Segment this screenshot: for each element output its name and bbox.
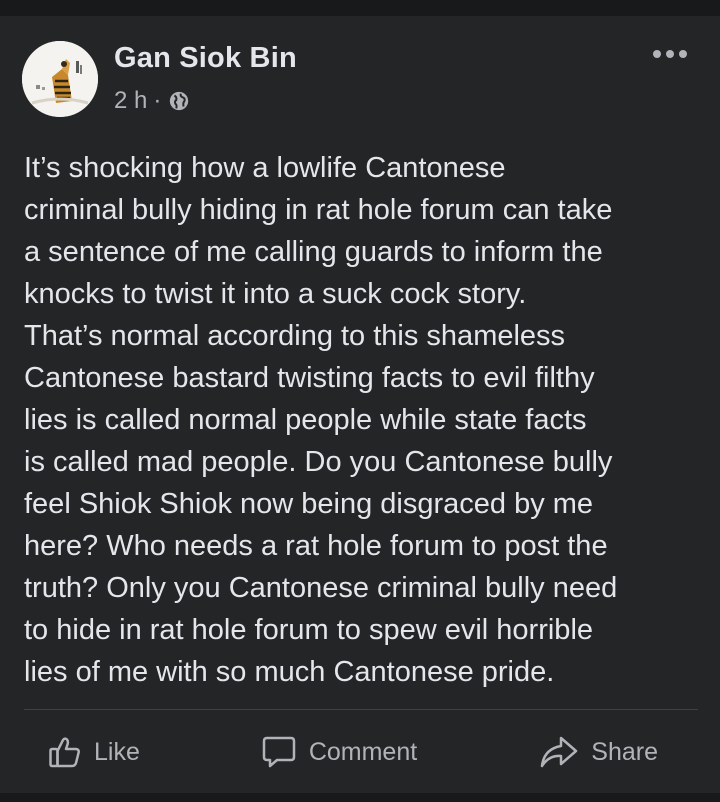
more-options-button[interactable] [650,42,690,66]
action-bar: Like Comment Share [24,724,698,780]
more-horizontal-icon [653,50,687,58]
post-meta: 2 h · [114,87,190,115]
avatar[interactable] [22,41,98,117]
globe-icon [170,91,189,111]
meta-separator: · [153,87,162,114]
author-name[interactable]: Gan Siok Bin [114,42,297,75]
like-button[interactable]: Like [24,724,194,780]
post-text: It’s shocking how a lowlife Cantonese cr… [24,152,618,688]
comment-button[interactable]: Comment [194,724,484,780]
speech-bubble-icon [262,736,296,768]
share-button[interactable]: Share [484,724,698,780]
share-arrow-icon [541,736,578,768]
comment-label: Comment [308,737,418,766]
thumbs-up-icon [49,737,80,768]
avatar-image [22,41,98,117]
share-label: Share [591,737,658,766]
divider [24,709,698,710]
like-label: Like [94,737,140,766]
post-timestamp[interactable]: 2 h [114,87,147,115]
post-card: Gan Siok Bin 2 h · It’s shocking how a l… [0,16,720,793]
